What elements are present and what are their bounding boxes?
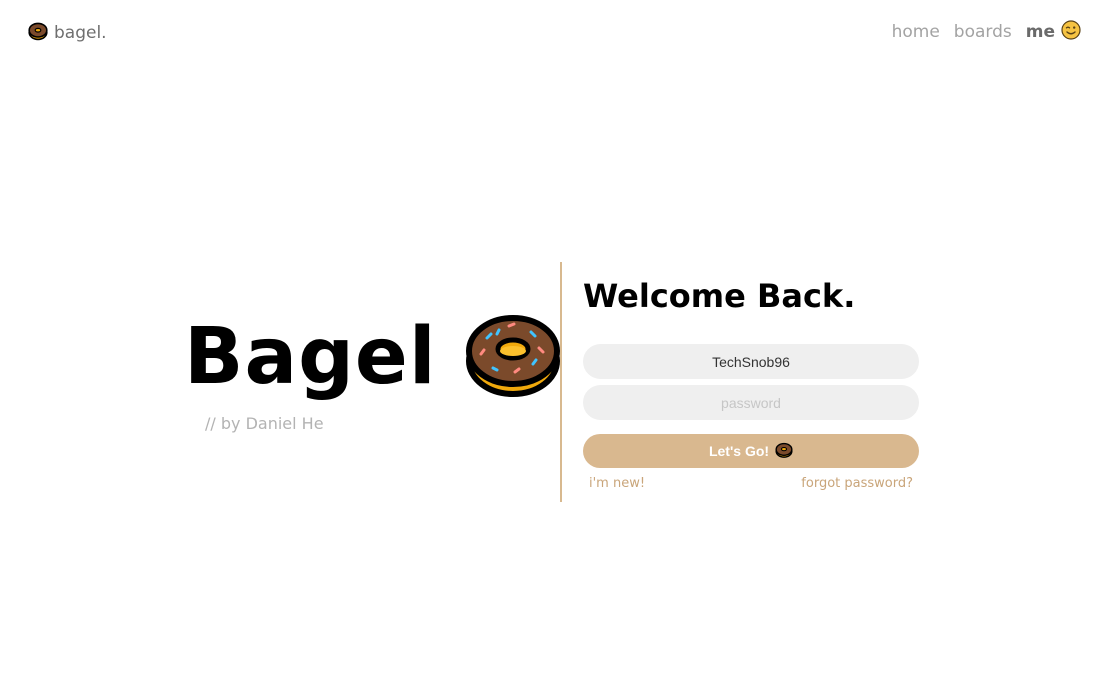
hero-title: Bagel (184, 312, 561, 402)
nav-me[interactable]: me (1025, 19, 1081, 45)
signup-link[interactable]: i'm new! (589, 476, 645, 491)
nav-me-label: me (1025, 22, 1055, 42)
donut-icon (28, 21, 48, 46)
brand-label: bagel. (54, 23, 107, 43)
login-button-label: Let's Go! (708, 443, 770, 459)
username-input[interactable] (583, 344, 919, 379)
form-links: i'm new! forgot password? (583, 476, 919, 491)
hero-heading: Bagel (184, 312, 437, 402)
login-form: Welcome Back. Let's Go! i'm new! forgot … (583, 276, 919, 491)
donut-icon (465, 312, 561, 402)
donut-icon (775, 442, 793, 461)
login-button[interactable]: Let's Go! (583, 434, 919, 468)
password-input[interactable] (583, 385, 919, 420)
login-heading: Welcome Back. (583, 277, 856, 315)
top-nav: home boards me (892, 19, 1081, 45)
forgot-password-link[interactable]: forgot password? (801, 476, 913, 491)
brand-link[interactable]: bagel. (28, 22, 107, 44)
nav-boards[interactable]: boards (954, 22, 1012, 42)
nav-home[interactable]: home (892, 22, 940, 42)
section-divider (560, 262, 562, 502)
winking-face-icon (1061, 19, 1081, 45)
page: bagel. home boards me Bagel // by Daniel… (0, 0, 1103, 697)
hero-subtitle: // by Daniel He (205, 414, 324, 433)
